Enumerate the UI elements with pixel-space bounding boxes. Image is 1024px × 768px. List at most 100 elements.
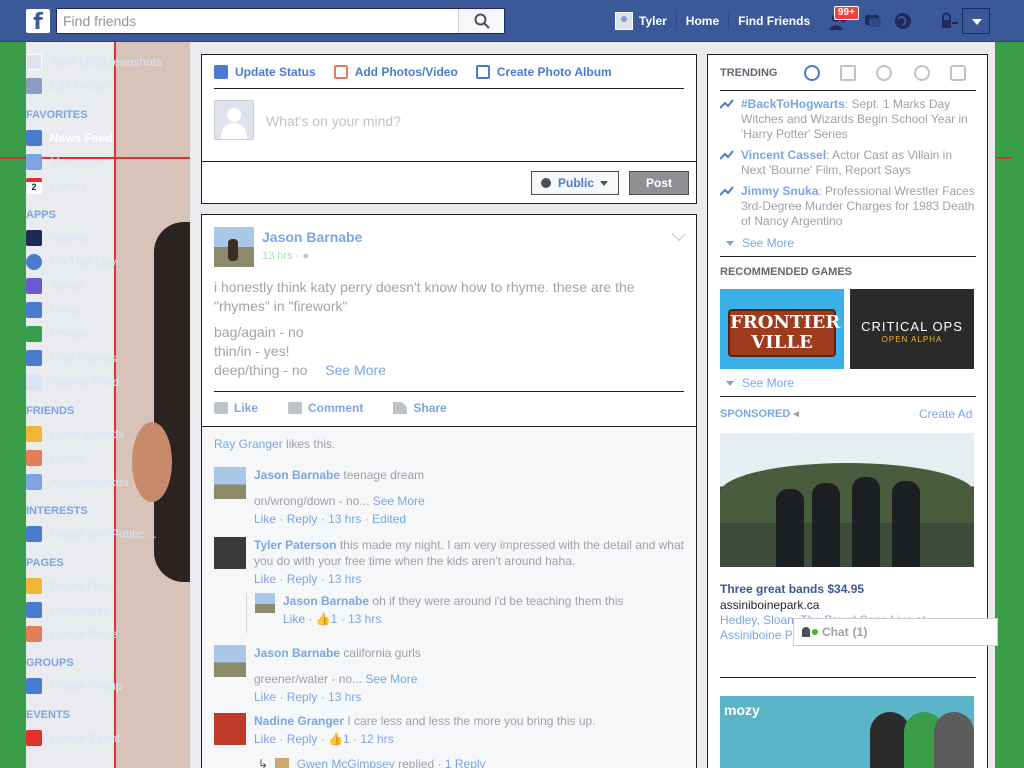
replies-count-link[interactable]: 1 Reply	[445, 757, 486, 768]
trending-top-icon[interactable]	[804, 65, 820, 81]
comment-like-count[interactable]: 1	[343, 732, 350, 746]
trending-item[interactable]: Vincent Cassel: Actor Cast as Villain in…	[720, 148, 976, 178]
profile-link[interactable]: Tyler	[606, 9, 676, 33]
sidebar-item-pokes[interactable]: Pokes	[26, 298, 190, 322]
entertainment-icon[interactable]	[950, 65, 966, 81]
post-timestamp[interactable]: 13 hrs · ●	[262, 250, 309, 262]
avatar[interactable]	[214, 537, 246, 569]
avatar	[275, 757, 290, 768]
sidebar-item-events[interactable]: 2 Events	[26, 174, 190, 198]
comment-reply-link[interactable]: Reply	[287, 572, 318, 586]
tab-update-status[interactable]: Update Status	[214, 65, 316, 79]
sidebar-item-edit-profile[interactable]: Edit Profile	[26, 74, 190, 98]
ad-image-mozy[interactable]: mozy	[720, 696, 974, 768]
comment-author[interactable]: Tyler Paterson	[254, 538, 336, 552]
see-more-link[interactable]: See More	[373, 494, 425, 508]
replier-name[interactable]: Gwen McGimpsey	[297, 757, 395, 768]
sidebar-item-on-this-day[interactable]: On This Day	[26, 250, 190, 274]
comment-time[interactable]: 12 hrs	[360, 732, 393, 746]
account-menu-icon[interactable]	[962, 8, 990, 34]
find-friends-link[interactable]: Find Friends	[729, 9, 819, 33]
sidebar-item-create-group[interactable]: Create Group	[26, 674, 190, 698]
game-tile-frontierville[interactable]: FRONTIER VILLE	[720, 289, 844, 369]
ad-title-link[interactable]: Three great bands $34.95	[720, 582, 864, 596]
sidebar-item-photos[interactable]: Photos	[26, 322, 190, 346]
comment-author[interactable]: Jason Barnabe	[254, 468, 340, 482]
share-button[interactable]: Share	[393, 401, 447, 415]
notifications-globe-icon[interactable]	[892, 10, 914, 32]
comment-edited-link[interactable]: Edited	[372, 512, 406, 526]
comment-reply-link[interactable]: Reply	[287, 512, 318, 526]
sidebar-item-close-friends[interactable]: Close Friends	[26, 422, 190, 446]
sports-icon[interactable]	[914, 65, 930, 81]
sidebar-item-news-feed[interactable]: News Feed	[26, 126, 190, 150]
games-see-more-link[interactable]: See More	[726, 376, 794, 390]
privacy-selector[interactable]: Public	[531, 171, 619, 195]
comment-author[interactable]: Jason Barnabe	[283, 594, 369, 608]
comment-author[interactable]: Jason Barnabe	[254, 646, 340, 660]
comment-author[interactable]: Nadine Granger	[254, 714, 344, 728]
sidebar-item-games[interactable]: Games	[26, 226, 190, 250]
avatar[interactable]	[214, 467, 246, 499]
comment-like-link[interactable]: Like	[254, 690, 276, 704]
sidebar-item-pages-feed[interactable]: Pages Feed	[26, 574, 190, 598]
comment-button[interactable]: Comment	[288, 401, 363, 415]
create-ad-link[interactable]: Create Ad	[919, 407, 972, 421]
post-button[interactable]: Post	[629, 171, 689, 195]
sidebar-item-profile[interactable]: Tyler McScreenshots	[26, 50, 190, 74]
like-label: Like	[234, 401, 259, 415]
comment-like-link[interactable]: Like	[283, 612, 305, 626]
post-options-chevron-icon[interactable]	[671, 226, 687, 242]
trending-see-more-link[interactable]: See More	[726, 236, 794, 250]
facebook-logo[interactable]: f	[26, 9, 50, 35]
sidebar-item-acquaintances[interactable]: Acquaintances	[26, 470, 190, 494]
comment-time[interactable]: 13 hrs	[328, 512, 361, 526]
share-icon	[393, 402, 408, 414]
comment-reply-link[interactable]: Reply	[287, 690, 318, 704]
comment-like-link[interactable]: Like	[254, 572, 276, 586]
post-author[interactable]: Jason Barnabe	[262, 229, 362, 245]
game-tile-critical-ops[interactable]: CRITICAL OPS OPEN ALPHA	[850, 289, 974, 369]
sidebar-item-find-friends[interactable]: Find Friends	[26, 346, 190, 370]
sidebar-item-pages-and-public[interactable]: Pages and Public ...	[26, 522, 190, 546]
sidebar-item-saved[interactable]: Saved	[26, 274, 190, 298]
comment-like-link[interactable]: Like	[254, 732, 276, 746]
sidebar-item-games-feed[interactable]: Games Feed	[26, 370, 190, 394]
politics-icon[interactable]	[840, 65, 856, 81]
divider	[720, 677, 976, 678]
avatar[interactable]	[214, 227, 254, 267]
see-more-link[interactable]: See More	[325, 362, 386, 378]
status-input[interactable]: What's on your mind?	[266, 113, 401, 129]
comment-reply-link[interactable]: Reply	[287, 732, 318, 746]
avatar[interactable]	[255, 593, 275, 613]
sidebar-item-family[interactable]: Family	[26, 446, 190, 470]
tab-add-photos[interactable]: Add Photos/Video	[333, 65, 458, 79]
comment-time[interactable]: 13 hrs	[348, 612, 381, 626]
see-more-link[interactable]: See More	[365, 672, 417, 686]
search-button[interactable]	[458, 9, 504, 33]
sidebar-item-create-page[interactable]: Create Page	[26, 622, 190, 646]
like-button[interactable]: Like	[214, 401, 258, 415]
chat-bar[interactable]: Chat (1)	[793, 618, 998, 646]
comment-time[interactable]: 13 hrs	[328, 572, 361, 586]
sidebar-item-create-event[interactable]: Create Event	[26, 726, 190, 750]
ad-image-bands[interactable]	[720, 433, 974, 567]
search-input[interactable]	[57, 9, 457, 33]
liker-name-link[interactable]: Ray Granger	[214, 437, 283, 451]
comment-time[interactable]: 13 hrs	[328, 690, 361, 704]
home-link[interactable]: Home	[677, 9, 728, 33]
messages-icon	[26, 154, 42, 170]
sidebar-item-like-pages[interactable]: Like Pages	[26, 598, 190, 622]
comment-like-link[interactable]: Like	[254, 512, 276, 526]
privacy-icon[interactable]	[938, 10, 960, 32]
replies-summary[interactable]: ↳ Gwen McGimpsey replied · 1 Reply	[258, 757, 728, 768]
trending-item[interactable]: #BackToHogwarts: Sept. 1 Marks Day Witch…	[720, 97, 976, 142]
avatar[interactable]	[214, 713, 246, 745]
sidebar-item-messages[interactable]: Messages	[26, 150, 190, 174]
globe-icon: · ●	[295, 250, 310, 262]
tab-create-album[interactable]: Create Photo Album	[475, 65, 612, 79]
trending-item[interactable]: Jimmy Snuka: Professional Wrestler Faces…	[720, 184, 976, 229]
science-icon[interactable]	[876, 65, 892, 81]
messages-icon[interactable]	[862, 10, 884, 32]
avatar[interactable]	[214, 645, 246, 677]
